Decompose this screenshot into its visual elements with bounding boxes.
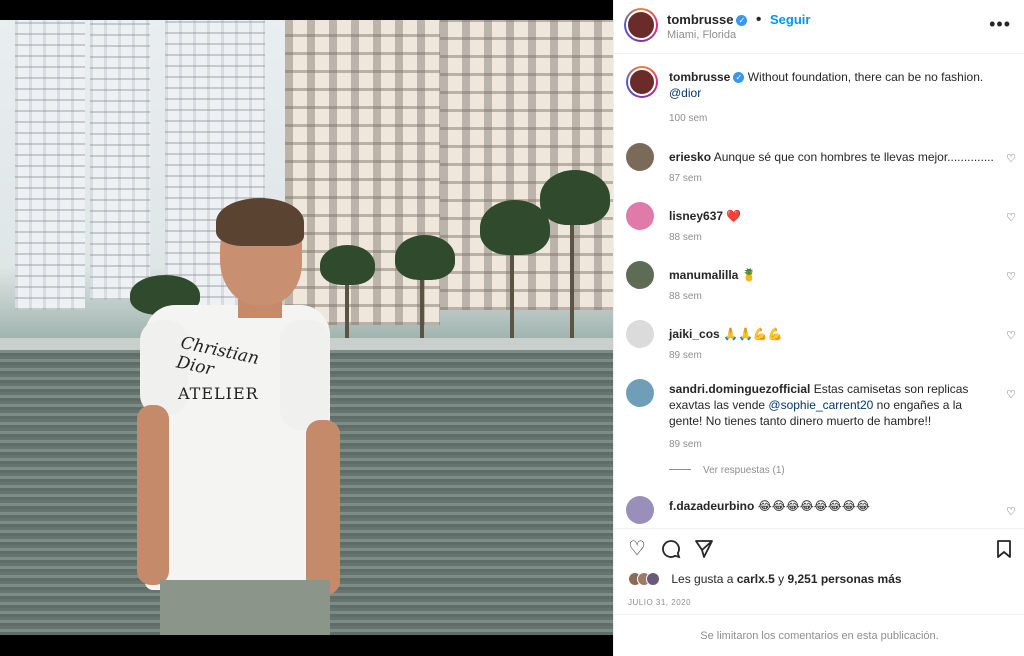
view-replies-button[interactable]: Ver respuestas (1) [669,465,785,476]
palm-tree [480,200,550,255]
caption-mention[interactable]: @dior [669,86,701,100]
comment-text: 🍍 [741,268,757,282]
follow-button[interactable]: Seguir [770,12,810,27]
bookmark-icon[interactable] [995,539,1013,563]
post-caption: tombrusse ✓ Without foundation, there can… [626,66,1016,126]
building [15,20,85,310]
commenter-avatar[interactable] [626,496,654,524]
post-photo[interactable]: Christian Dior ATELIER [0,20,613,635]
commenter-avatar[interactable] [626,320,654,348]
palm-tree [395,235,455,280]
like-comment-icon[interactable]: ♡ [1006,328,1016,344]
comment-time: 87 sem [669,173,702,184]
comment-item: manumalilla 🍍 88 sem ♡ [626,261,1016,306]
commenter-avatar[interactable] [626,379,654,407]
palm-tree [320,245,375,285]
likes-count[interactable]: 9,251 personas más [787,572,901,586]
post-location[interactable]: Miami, Florida [667,29,736,41]
paper-plane-icon[interactable] [694,539,714,563]
comment-username[interactable]: jaiki_cos [669,327,720,341]
like-comment-icon[interactable]: ♡ [1006,151,1016,167]
likes-summary[interactable]: Les gusta a carlx.5 y 9,251 personas más [628,572,902,586]
like-comment-icon[interactable]: ♡ [1006,387,1016,403]
post-actions-bar: ♡ [614,528,1024,568]
commenter-avatar[interactable] [626,261,654,289]
liker-username[interactable]: carlx.5 [737,572,775,586]
verified-badge-icon: ✓ [736,15,748,26]
post-date[interactable]: JULIO 31, 2020 [628,598,691,607]
post-header: tombrusse ✓ • Seguir Miami, Florida ••• [614,0,1024,54]
post-side-panel: tombrusse ✓ • Seguir Miami, Florida ••• t… [613,0,1024,656]
author-username[interactable]: tombrusse [667,12,733,27]
comment-item: jaiki_cos 🙏🙏💪💪 89 sem ♡ [626,320,1016,365]
building [440,20,613,310]
caption-time: 100 sem [669,113,708,124]
like-comment-icon[interactable]: ♡ [1006,269,1016,285]
comment-mention[interactable]: @sophie_carrent20 [768,398,873,412]
like-comment-icon[interactable]: ♡ [1006,210,1016,226]
comment-username[interactable]: manumalilla [669,268,738,282]
comment-item: f.dazadeurbino 😂😂😂😂😂😂😂😂 ♡ [626,496,1016,526]
shirt-print: Christian Dior ATELIER [174,332,261,403]
comment-username[interactable]: eriesko [669,150,711,164]
author-avatar[interactable] [626,66,658,98]
commenter-avatar[interactable] [626,202,654,230]
like-comment-icon[interactable]: ♡ [1006,504,1016,520]
comment-time: 88 sem [669,291,702,302]
comment-icon[interactable] [661,539,681,563]
heart-icon[interactable]: ♡ [628,539,646,559]
comment-item: sandri.dominguezofficial Estas camisetas… [626,379,1016,459]
comment-item: eriesko Aunque sé que con hombres te lle… [626,143,1016,188]
verified-badge-icon: ✓ [733,72,745,83]
comment-text: ❤️ [726,209,742,223]
comment-username[interactable]: lisney637 [669,209,723,223]
comment-time: 89 sem [669,439,702,450]
caption-text: Without foundation, there can be no fash… [747,70,984,84]
post-image-panel: Christian Dior ATELIER [0,0,613,656]
comment-item: lisney637 ❤️ 88 sem ♡ [626,202,1016,247]
author-avatar[interactable] [624,8,658,42]
comment-username[interactable]: f.dazadeurbino [669,499,754,513]
comment-text: Aunque sé que con hombres te llevas mejo… [713,150,994,164]
caption-username[interactable]: tombrusse [669,70,730,84]
liker-avatar [646,572,660,586]
comment-username[interactable]: sandri.dominguezofficial [669,382,810,396]
palm-tree [540,170,610,225]
comment-text: 🙏🙏💪💪 [723,327,783,341]
comment-text: 😂😂😂😂😂😂😂😂 [757,499,870,513]
more-options-icon[interactable]: ••• [989,14,1011,35]
comment-time: 88 sem [669,232,702,243]
building [90,20,150,300]
commenter-avatar[interactable] [626,143,654,171]
comment-time: 89 sem [669,350,702,361]
comments-limited-notice: Se limitaron los comentarios en esta pub… [614,614,1024,656]
